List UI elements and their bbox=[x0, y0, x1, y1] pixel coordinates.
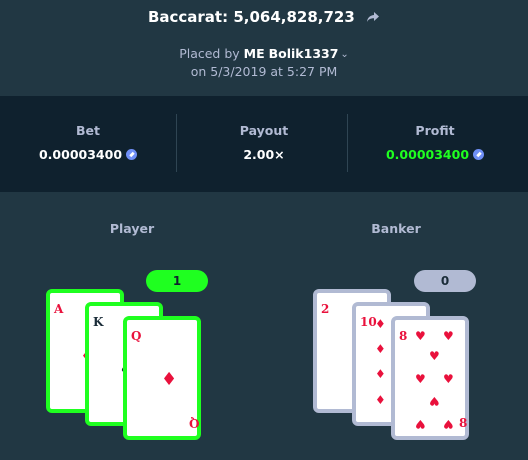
card-rank-bottom: Q bbox=[189, 416, 200, 430]
card-rank: 8 bbox=[399, 329, 408, 343]
banker-title: Banker bbox=[371, 221, 421, 236]
player-score-badge: 1 bbox=[146, 270, 208, 292]
banker-score-badge: 0 bbox=[414, 270, 476, 292]
heart-icon: ♥ bbox=[429, 394, 440, 408]
cards-area: Player Banker 1 0 A ♦ K ♠ Q ♦ Q 2 ♦ ♦ 10… bbox=[0, 192, 528, 460]
diamond-icon: ♦ bbox=[375, 317, 386, 331]
payout-label: Payout bbox=[239, 123, 289, 138]
profit-value-row: 0.00003400 bbox=[347, 147, 523, 162]
diamond-icon: ♦ bbox=[375, 367, 386, 381]
profit-value: 0.00003400 bbox=[385, 147, 470, 162]
placed-by-label: Placed by bbox=[179, 46, 240, 61]
chevron-down-icon[interactable]: ⌄ bbox=[340, 46, 348, 63]
heart-icon: ♥ bbox=[415, 329, 426, 343]
diamond-icon: ♦ bbox=[375, 342, 386, 356]
heart-icon: ♥ bbox=[443, 372, 454, 386]
heart-icon: ♥ bbox=[443, 329, 454, 343]
card-rank: 2 bbox=[321, 302, 330, 316]
heart-icon: ♥ bbox=[429, 349, 440, 363]
heart-icon: ♥ bbox=[415, 417, 426, 431]
profit-label: Profit bbox=[415, 123, 455, 138]
bet-header: Baccarat: 5,064,828,723 Placed by ME Bol… bbox=[0, 0, 528, 96]
stat-profit: Profit 0.00003400 bbox=[347, 96, 523, 192]
card-rank-bottom: 8 bbox=[459, 416, 468, 430]
stat-bet: Bet 0.00003400 bbox=[0, 96, 176, 192]
bet-value: 0.00003400 bbox=[38, 147, 123, 162]
username-link[interactable]: Bolik1337 bbox=[269, 46, 339, 61]
bet-value-row: 0.00003400 bbox=[0, 147, 176, 162]
placed-date: on 5/3/2019 at 5:27 PM bbox=[190, 64, 338, 79]
stats-bar: Bet 0.00003400 Payout 2.00× Profit 0.000… bbox=[0, 96, 528, 192]
ethereum-coin-icon bbox=[473, 149, 485, 160]
payout-value: 2.00× bbox=[243, 147, 285, 162]
bet-title: Baccarat: 5,064,828,723 bbox=[0, 8, 528, 27]
bet-label: Bet bbox=[76, 123, 100, 138]
placed-info: Placed by ME Bolik1337 ⌄ on 5/3/2019 at 5… bbox=[0, 45, 528, 80]
heart-icon: ♥ bbox=[415, 372, 426, 386]
player-title: Player bbox=[109, 221, 155, 236]
banker-card-3: 8 ♥ ♥ ♥ ♥ ♥ ♥ ♥ ♥ 8 bbox=[391, 316, 469, 440]
user-prefix: ME bbox=[243, 46, 265, 61]
ethereum-coin-icon bbox=[126, 149, 138, 160]
stat-payout: Payout 2.00× bbox=[176, 96, 352, 192]
bet-title-text: Baccarat: 5,064,828,723 bbox=[147, 8, 355, 26]
card-rank: K bbox=[93, 315, 104, 329]
card-rank: A bbox=[54, 302, 64, 316]
card-rank: Q bbox=[131, 329, 142, 343]
share-arrow-icon[interactable] bbox=[366, 9, 380, 27]
diamond-icon: ♦ bbox=[161, 369, 178, 390]
heart-icon: ♥ bbox=[443, 417, 454, 431]
diamond-icon: ♦ bbox=[375, 393, 386, 407]
player-card-3: Q ♦ Q bbox=[123, 316, 201, 440]
